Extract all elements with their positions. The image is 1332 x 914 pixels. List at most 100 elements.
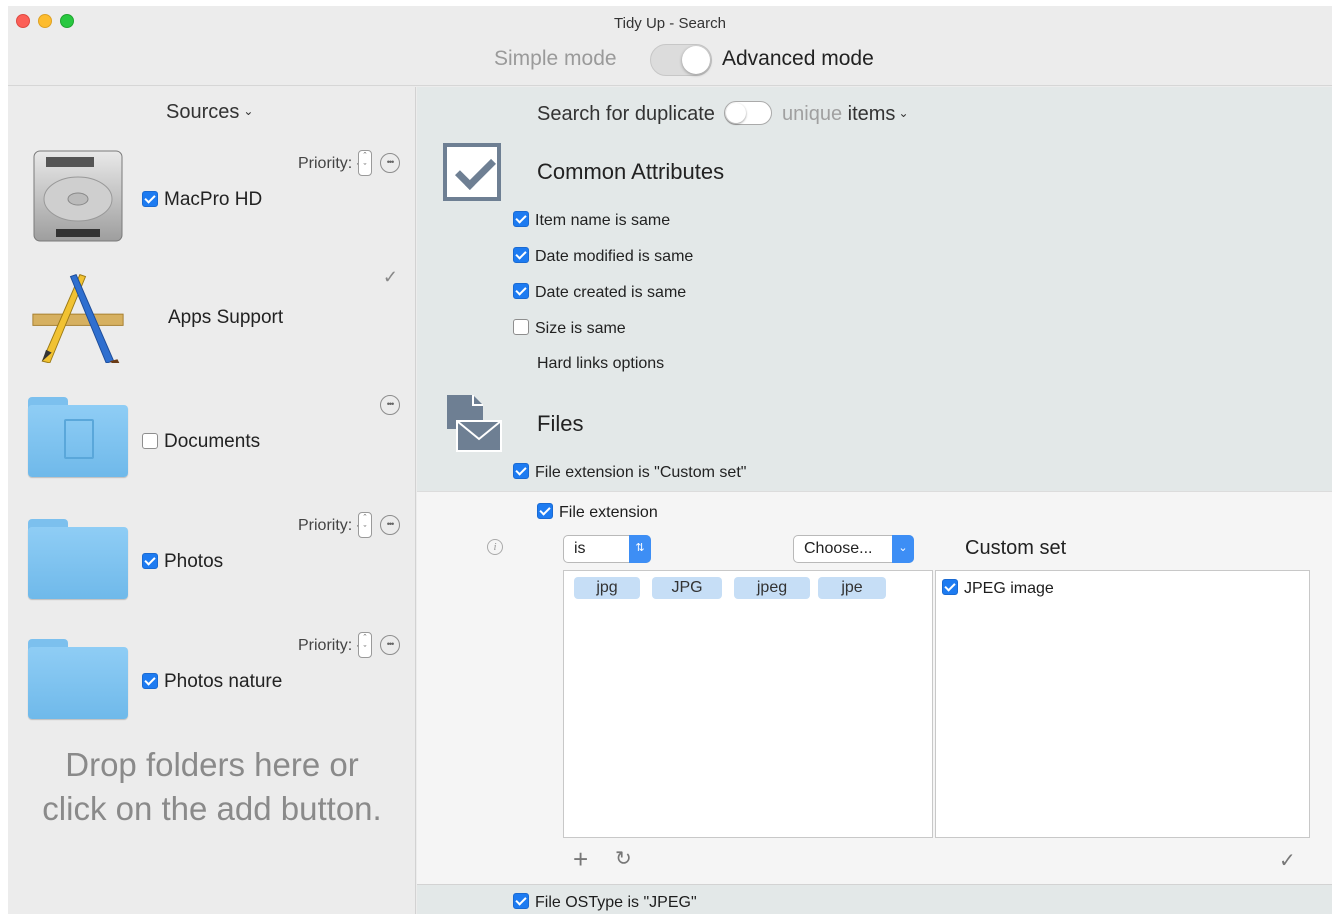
chevron-down-icon: ⌄ [243,104,254,118]
set-item-jpeg[interactable]: JPEG image [942,579,1054,598]
source-checkbox[interactable] [142,433,158,449]
plus-icon[interactable]: + [573,844,588,875]
info-icon[interactable]: i [487,539,503,555]
source-name-row: Documents [142,431,260,453]
drop-folders-message: Drop folders here or click on the add bu… [8,743,416,831]
priority-label: Priority: - [298,155,362,172]
extension-token-field[interactable]: jpg JPG jpeg jpe [563,570,933,838]
unique-label[interactable]: unique [782,103,842,125]
checkmark-circle-icon: ✓ [382,267,398,287]
title-bar: Tidy Up - Search Simple mode Advanced mo… [8,6,1332,86]
attr-label: Size is same [535,320,626,337]
file-extension-rule[interactable]: File extension is "Custom set" [513,463,746,482]
attr-label: Item name is same [535,212,671,229]
source-item-macpro-hd[interactable]: Priority: - ˆˇ ••• MacPro HD [8,147,416,257]
criteria-panel: Search for duplicate unique items ⌄ Commo… [417,87,1332,491]
operator-select[interactable]: is ⇅ [563,535,651,563]
source-name-row: Photos [142,551,223,573]
mode-switch[interactable] [650,44,712,76]
source-item-documents[interactable]: ••• Documents [8,389,416,499]
up-down-arrows-icon: ⇅ [629,535,651,563]
priority-label: Priority: - [298,517,362,534]
more-options-icon[interactable]: ••• [380,635,400,655]
set-item-checkbox[interactable] [942,579,958,595]
choose-select[interactable]: Choose... ⌄ [793,535,914,563]
priority-stepper[interactable]: ˆˇ [358,512,372,538]
attr-date-modified[interactable]: Date modified is same [513,247,693,266]
hard-links-options[interactable]: Hard links options [537,355,664,373]
chevron-down-icon: ⌄ [898,106,909,120]
drop-message-line: Drop folders here or [65,746,359,783]
source-name-row: Apps Support [168,307,283,329]
source-name-row: MacPro HD [142,189,262,211]
documents-folder-icon [28,397,128,477]
ostype-checkbox[interactable] [513,893,529,909]
source-name-row: Photos nature [142,671,282,693]
priority-stepper[interactable]: ˆˇ [358,150,372,176]
files-mail-icon [447,395,502,452]
hard-drive-icon [33,150,123,242]
window-title: Tidy Up - Search [614,15,726,32]
items-menu[interactable]: items ⌄ [848,103,909,125]
choose-value: Choose... [804,540,873,557]
priority-stepper[interactable]: ˆˇ [358,632,372,658]
attr-checkbox[interactable] [513,283,529,299]
applications-icon [32,274,124,363]
more-options-icon[interactable]: ••• [380,153,400,173]
attr-date-created[interactable]: Date created is same [513,283,686,302]
mode-switch-knob [682,46,710,74]
ostype-rule-row: File OSType is "JPEG" [417,884,1332,914]
extension-token[interactable]: jpg [574,577,640,599]
sources-menu[interactable]: Sources ⌄ [166,101,253,124]
chevron-down-icon: ⌄ [892,535,914,563]
app-window: Tidy Up - Search Simple mode Advanced mo… [8,6,1332,914]
attr-checkbox[interactable] [513,211,529,227]
checkmark-icon[interactable]: ✓ [1279,848,1296,873]
folder-icon [28,639,128,719]
source-checkbox[interactable] [142,553,158,569]
attr-checkbox[interactable] [513,319,529,335]
operator-value: is [574,540,586,557]
source-name: Photos [164,551,224,572]
attr-size[interactable]: Size is same [513,319,626,338]
sources-panel: Sources ⌄ Priority: - ˆˇ ••• MacPro HD ✓… [8,87,416,914]
rule-editor: File extension i is ⇅ Choose... ⌄ Custom s… [417,491,1332,884]
source-name: Photos nature [164,671,283,692]
source-item-photos[interactable]: Priority: - ˆˇ ••• Photos [8,509,416,619]
sources-header-label: Sources [166,101,240,123]
file-ostype-rule[interactable]: File OSType is "JPEG" [513,893,697,912]
priority-label: Priority: - [298,637,362,654]
attr-label: File extension is "Custom set" [535,464,747,481]
attr-label: Date modified is same [535,248,694,265]
set-item-label: JPEG image [964,580,1054,597]
duplicate-unique-switch[interactable] [724,101,773,125]
file-extension-checkbox[interactable] [537,503,553,519]
extension-token[interactable]: jpeg [734,577,810,599]
source-name: MacPro HD [164,189,263,210]
attr-item-name[interactable]: Item name is same [513,211,670,230]
attr-checkbox[interactable] [513,463,529,479]
extension-token[interactable]: jpe [818,577,886,599]
attr-label: Date created is same [535,284,687,301]
custom-set-list: JPEG image [935,570,1310,838]
source-name: Apps Support [168,307,284,328]
simple-mode-label[interactable]: Simple mode [494,47,617,71]
source-item-apps-support[interactable]: ✓ Apps Support [8,267,416,377]
common-attributes-title: Common Attributes [537,159,725,184]
custom-set-label: Custom set [965,537,1067,559]
source-checkbox[interactable] [142,673,158,689]
search-prefix-label: Search for duplicate [537,103,715,125]
advanced-mode-label[interactable]: Advanced mode [722,47,874,71]
undo-icon[interactable]: ↻ [615,846,632,871]
attr-checkbox[interactable] [513,247,529,263]
file-extension-toggle[interactable]: File extension [537,503,658,522]
extension-token[interactable]: JPG [652,577,722,599]
source-checkbox[interactable] [142,191,158,207]
checkbox-section-icon [443,143,501,201]
ostype-label: File OSType is "JPEG" [535,894,697,911]
source-name: Documents [164,431,261,452]
search-mode-row: Search for duplicate unique items ⌄ [537,101,909,126]
more-options-icon[interactable]: ••• [380,515,400,535]
source-item-photos-nature[interactable]: Priority: - ˆˇ ••• Photos nature [8,629,416,739]
more-options-icon[interactable]: ••• [380,395,400,415]
